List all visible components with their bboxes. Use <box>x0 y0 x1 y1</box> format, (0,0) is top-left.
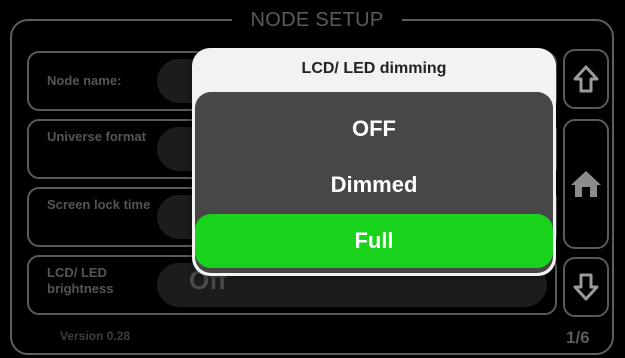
universe-format-label: Universe format <box>47 129 146 144</box>
scroll-down-button[interactable] <box>563 257 609 317</box>
page-title: NODE SETUP <box>232 7 402 33</box>
home-button[interactable] <box>563 119 609 249</box>
dialog-title: LCD/ LED dimming <box>301 60 447 77</box>
node-name-label: Node name: <box>47 73 122 88</box>
option-full[interactable]: Full <box>195 214 553 268</box>
screen-lock-time-label: Screen lock time <box>47 197 151 212</box>
version-label: Version 0.28 <box>60 329 131 343</box>
option-dimmed[interactable]: Dimmed <box>195 158 553 212</box>
home-icon <box>571 171 601 197</box>
lcd-dimming-dialog: LCD/ LED dimming OFF Dimmed Full <box>192 48 556 276</box>
arrow-down-icon <box>573 273 599 301</box>
page-indicator: 1/6 <box>566 328 590 347</box>
scroll-up-button[interactable] <box>563 49 609 109</box>
lcd-led-brightness-label: LCD/ LED brightness <box>47 265 114 296</box>
option-off[interactable]: OFF <box>195 102 553 156</box>
dialog-options: OFF Dimmed Full <box>195 92 553 273</box>
arrow-up-icon <box>573 65 599 93</box>
